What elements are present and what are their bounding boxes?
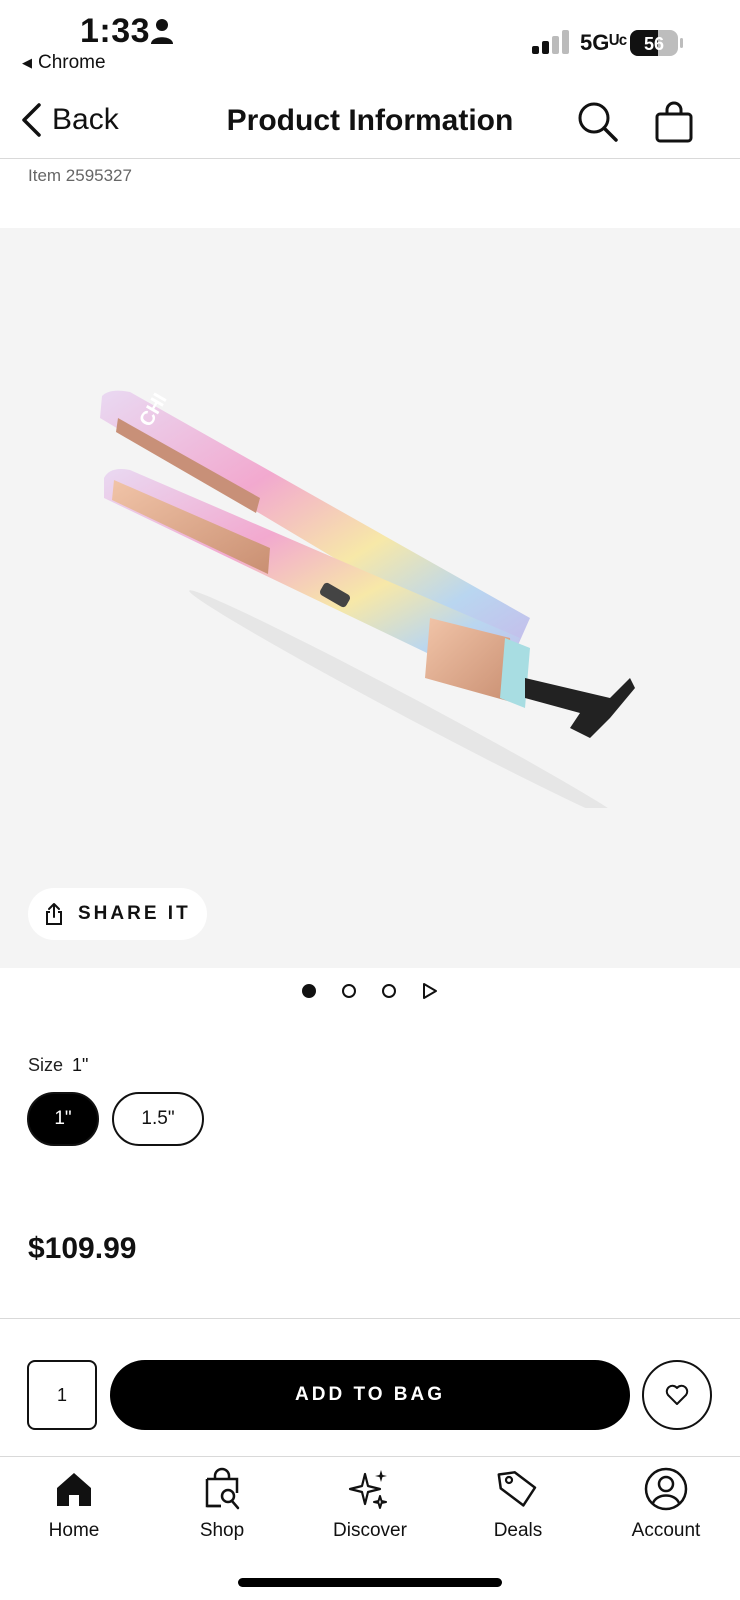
tab-label: Home	[48, 1520, 100, 1541]
shopping-bag-search-icon	[205, 1467, 240, 1510]
tab-home[interactable]: Home	[0, 1466, 148, 1542]
size-option-1in[interactable]: 1"	[27, 1092, 99, 1146]
favorite-button[interactable]	[642, 1360, 712, 1430]
play-icon[interactable]	[422, 982, 438, 1000]
product-image: CHI	[100, 390, 635, 808]
quantity-selector[interactable]: 1	[27, 1360, 97, 1430]
divider	[0, 1456, 740, 1457]
size-option-label: 1"	[54, 1108, 72, 1129]
item-number: Item 2595327	[28, 166, 132, 185]
add-to-bag-button[interactable]: ADD TO BAG	[110, 1360, 630, 1430]
tab-account[interactable]: Account	[592, 1466, 740, 1542]
search-icon[interactable]	[576, 100, 620, 144]
tab-shop[interactable]: Shop	[148, 1466, 296, 1542]
tag-icon	[497, 1471, 537, 1507]
sparkle-icon	[348, 1470, 387, 1509]
tab-label: Shop	[199, 1520, 245, 1541]
back-triangle-icon: ◀	[22, 55, 32, 70]
product-image-gallery[interactable]: CHI SHARE IT	[0, 228, 740, 968]
share-icon	[46, 903, 62, 925]
back-button[interactable]: Back	[20, 102, 119, 138]
carousel-indicators	[0, 982, 740, 1000]
price: $109.99	[28, 1232, 137, 1265]
quantity-value: 1	[56, 1384, 67, 1405]
home-icon	[57, 1473, 91, 1506]
battery-icon: 56	[630, 30, 683, 56]
selected-size: 1"	[72, 1055, 89, 1075]
tab-label: Deals	[493, 1520, 543, 1541]
tab-deals[interactable]: Deals	[444, 1466, 592, 1542]
share-label: SHARE IT	[78, 903, 191, 924]
size-label-text: Size	[28, 1055, 64, 1075]
divider	[0, 1318, 740, 1319]
carousel-dot-1[interactable]	[302, 984, 316, 998]
tab-label: Account	[631, 1520, 701, 1541]
chevron-left-icon	[22, 103, 41, 137]
size-option-label: 1.5"	[141, 1108, 175, 1129]
tab-discover[interactable]: Discover	[296, 1466, 444, 1542]
carousel-dot-3[interactable]	[382, 984, 396, 998]
size-label: Size 1"	[28, 1055, 88, 1076]
status-time: 1:33	[80, 12, 151, 50]
battery-level: 56	[644, 34, 664, 54]
add-to-bag-label: ADD TO BAG	[295, 1384, 445, 1405]
carousel-dot-2[interactable]	[342, 984, 356, 998]
signal-icon	[532, 30, 569, 54]
tab-label: Discover	[333, 1520, 407, 1541]
back-to-app[interactable]: ◀ Chrome	[22, 52, 106, 74]
person-icon	[151, 19, 173, 44]
share-button[interactable]: SHARE IT	[28, 888, 207, 940]
back-label: Back	[52, 103, 119, 136]
header-bar: Product Information Back	[0, 88, 740, 159]
home-indicator	[238, 1578, 502, 1587]
network-type: 5Gᵁᶜ	[580, 30, 628, 55]
shopping-bag-icon[interactable]	[652, 100, 696, 144]
account-icon	[644, 1467, 688, 1511]
heart-icon	[665, 1384, 689, 1405]
size-option-1-5in[interactable]: 1.5"	[112, 1092, 204, 1146]
back-app-label: Chrome	[38, 52, 106, 73]
